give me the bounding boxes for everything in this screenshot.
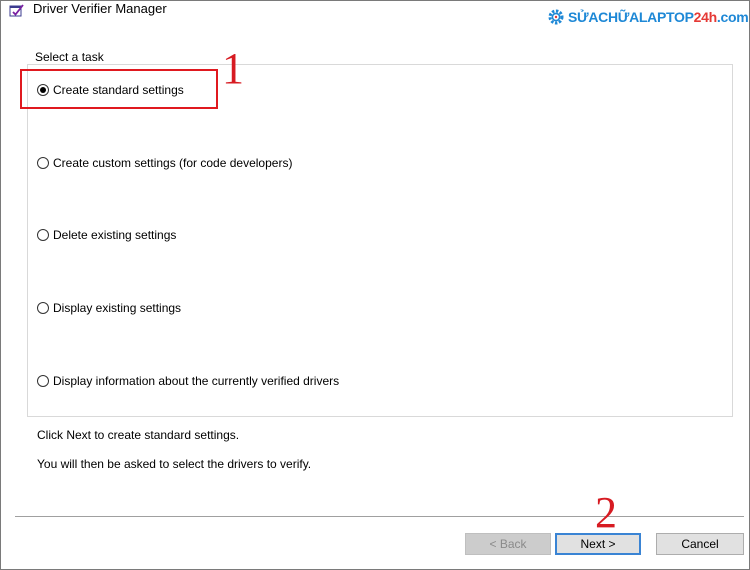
radio-button[interactable] bbox=[37, 375, 49, 387]
option-create-custom[interactable]: Create custom settings (for code develop… bbox=[37, 155, 292, 171]
option-label: Display existing settings bbox=[53, 301, 182, 315]
info-text-line-2: You will then be asked to select the dri… bbox=[37, 457, 312, 471]
option-display-existing[interactable]: Display existing settings bbox=[37, 300, 181, 316]
driver-verifier-icon bbox=[9, 3, 25, 17]
cancel-button[interactable]: Cancel bbox=[656, 533, 744, 555]
footer-separator bbox=[15, 516, 744, 517]
back-button[interactable]: < Back bbox=[465, 533, 551, 555]
radio-button[interactable] bbox=[37, 302, 49, 314]
groupbox-label: Select a task bbox=[35, 50, 104, 64]
option-delete-existing[interactable]: Delete existing settings bbox=[37, 227, 176, 243]
window-title: Driver Verifier Manager bbox=[33, 1, 167, 16]
radio-button[interactable] bbox=[37, 229, 49, 241]
annotation-step-2: 2 bbox=[595, 488, 617, 537]
info-text-line-1: Click Next to create standard settings. bbox=[37, 428, 240, 442]
radio-button[interactable] bbox=[37, 157, 49, 169]
option-label: Display information about the currently … bbox=[53, 374, 340, 388]
watermark-domain: .com bbox=[716, 9, 749, 25]
option-display-verified-info[interactable]: Display information about the currently … bbox=[37, 373, 339, 389]
watermark-text-accent: 24h bbox=[693, 9, 718, 25]
option-label: Create custom settings (for code develop… bbox=[53, 156, 293, 170]
gear-icon bbox=[547, 8, 565, 26]
annotation-highlight-box bbox=[20, 69, 218, 109]
watermark-text: SỬACHỮALAPTOP bbox=[568, 9, 694, 25]
next-button[interactable]: Next > bbox=[555, 533, 641, 555]
annotation-step-1: 1 bbox=[222, 44, 244, 93]
driver-verifier-window: Driver Verifier Manager SỬACHỮALAPTOP 24h… bbox=[0, 0, 750, 570]
watermark-logo: SỬACHỮALAPTOP 24h .com bbox=[547, 7, 749, 27]
option-label: Delete existing settings bbox=[53, 228, 177, 242]
